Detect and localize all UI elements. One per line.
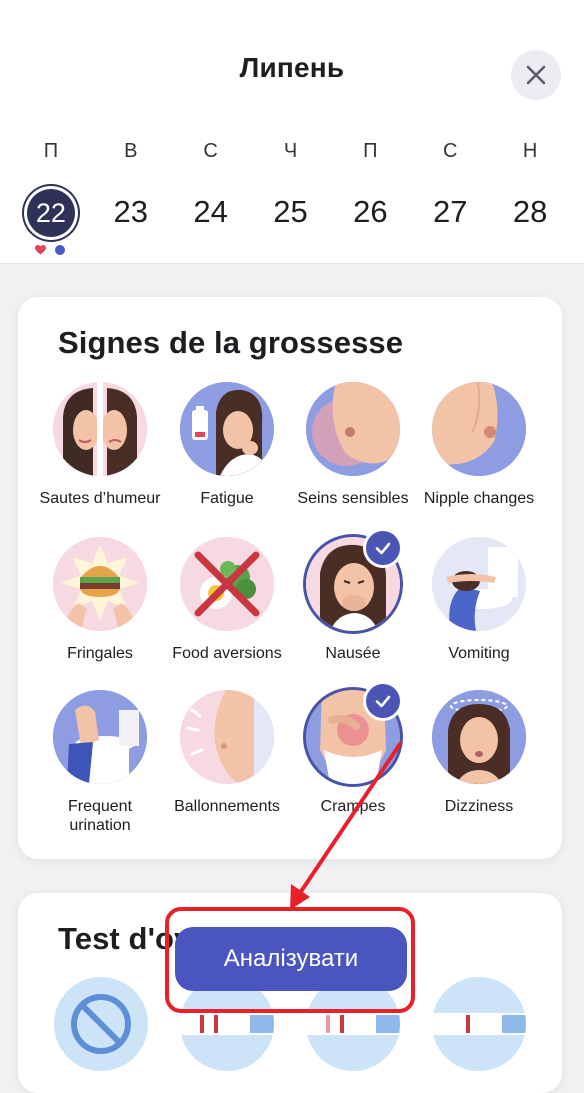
date-cell[interactable]: 23	[91, 185, 171, 239]
symptom-label: Nausée	[325, 645, 381, 662]
symptom-label: Frequent urination	[67, 798, 133, 834]
close-button[interactable]	[511, 50, 561, 100]
no-test-icon[interactable]	[54, 977, 148, 1071]
symptom-food-aversions[interactable]: Food aversions	[164, 537, 290, 663]
symptom-label: Fringales	[67, 645, 133, 662]
vomiting-icon	[432, 537, 526, 631]
symptom-label: Seins sensibles	[297, 490, 409, 507]
symptom-nausea[interactable]: Nausée	[290, 531, 416, 663]
date-cell[interactable]: 25	[251, 185, 331, 239]
selected-date[interactable]: 22	[26, 189, 75, 237]
check-icon	[366, 684, 400, 718]
dizziness-icon	[432, 690, 526, 784]
weekday-label: Н	[522, 140, 538, 162]
symptoms-title: Signes de la grossesse	[58, 325, 404, 360]
weekday-label: С	[443, 140, 458, 162]
nipple-changes-icon	[432, 382, 526, 476]
calendar-header: Липень П В С Ч П С Н 22 23 24 25 26 27 2…	[0, 0, 584, 264]
symptom-dizziness[interactable]: Dizziness	[416, 690, 542, 816]
check-icon	[366, 531, 400, 565]
weekday-label: П	[363, 140, 378, 162]
date-cell[interactable]: 28	[490, 185, 570, 239]
urination-icon	[53, 690, 147, 784]
date-cell[interactable]: 24	[171, 185, 251, 239]
symptom-fatigue[interactable]: Fatigue	[164, 382, 290, 508]
blue-dot-icon	[55, 245, 65, 255]
food-aversions-icon	[180, 537, 274, 631]
symptoms-card: Signes de la grossesse Sautes d’humeur F…	[18, 297, 562, 859]
symptom-cramps[interactable]: Crampes	[290, 684, 416, 816]
weekday-label: Ч	[283, 140, 298, 162]
symptom-label: Vomiting	[448, 645, 510, 662]
symptom-vomiting[interactable]: Vomiting	[416, 537, 542, 663]
date-markers	[35, 245, 65, 255]
test-strip-one-line-icon[interactable]	[432, 977, 526, 1071]
date-cell[interactable]: 26	[330, 185, 410, 239]
annotation-highlight-box	[165, 907, 415, 1013]
date-cell[interactable]: 27	[410, 185, 490, 239]
symptom-label: Crampes	[320, 798, 386, 815]
symptom-label: Ballonnements	[174, 798, 280, 815]
symptom-nipple-changes[interactable]: Nipple changes	[416, 382, 542, 508]
date-row: 22 23 24 25 26 27 28	[11, 185, 570, 239]
sensitive-breasts-icon	[306, 382, 400, 476]
symptom-label: Dizziness	[444, 798, 514, 815]
symptom-bloating[interactable]: Ballonnements	[164, 690, 290, 816]
heart-dot-icon	[35, 245, 46, 255]
bloating-icon	[180, 690, 274, 784]
symptom-label: Nipple changes	[423, 490, 535, 507]
close-icon	[526, 65, 546, 85]
symptom-sensitive-breasts[interactable]: Seins sensibles	[290, 382, 416, 508]
mood-swings-icon	[53, 382, 147, 476]
date-cell-selected[interactable]: 22	[11, 185, 91, 239]
fatigue-icon	[180, 382, 274, 476]
weekday-label: В	[124, 140, 138, 162]
weekday-row: П В С Ч П С Н	[11, 140, 570, 163]
symptom-mood-swings[interactable]: Sautes d’humeur	[37, 382, 163, 508]
weekday-label: П	[43, 140, 59, 162]
symptom-label: Sautes d’humeur	[39, 490, 161, 507]
symptom-urination[interactable]: Frequent urination	[37, 690, 163, 835]
symptom-label: Fatigue	[200, 490, 254, 507]
page-title: Липень	[239, 52, 345, 83]
cravings-icon	[53, 537, 147, 631]
weekday-label: С	[203, 140, 218, 162]
symptom-label: Food aversions	[172, 645, 282, 662]
symptom-cravings[interactable]: Fringales	[37, 537, 163, 663]
